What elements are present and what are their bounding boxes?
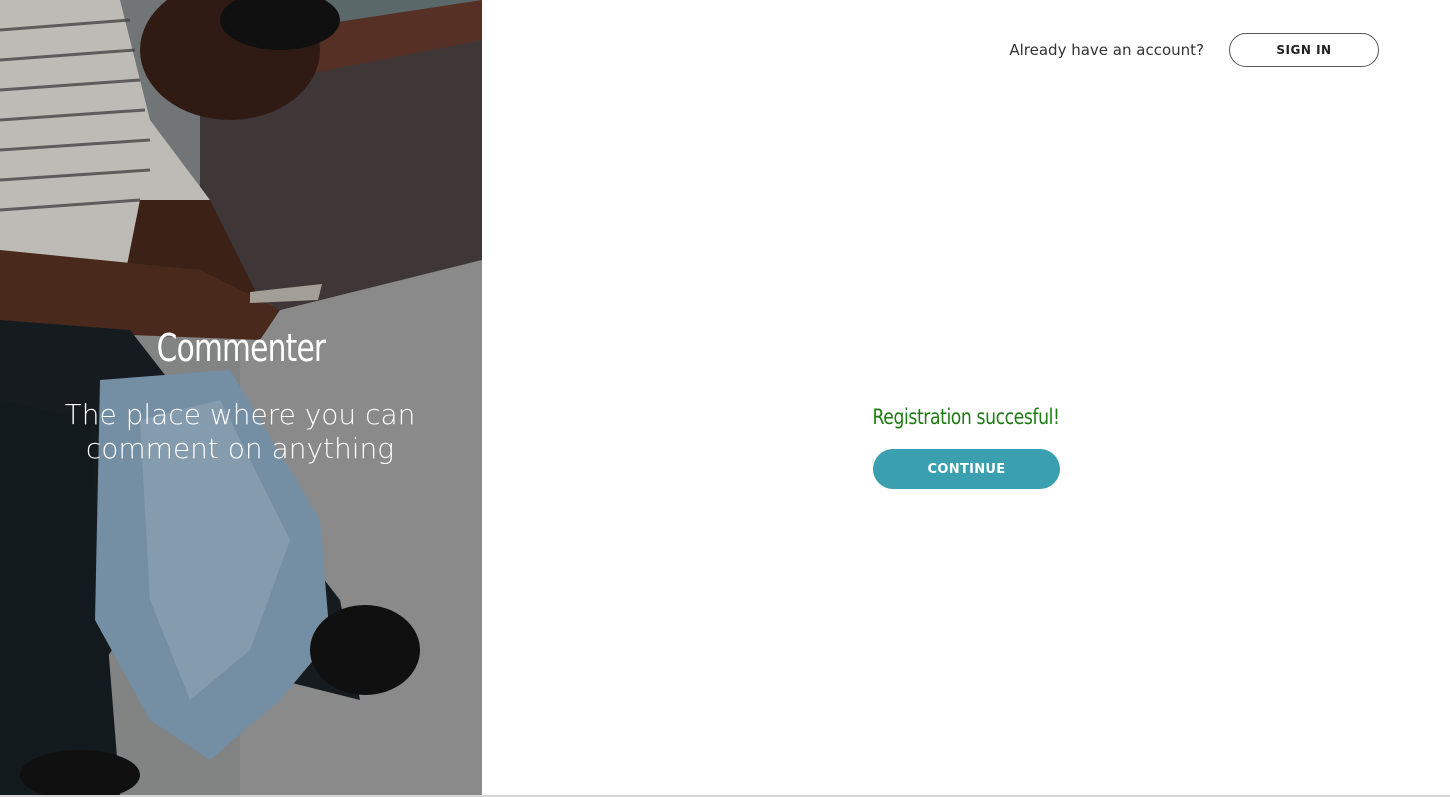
already-have-account-text: Already have an account? — [1009, 41, 1204, 59]
sign-in-button[interactable]: SIGN IN — [1229, 33, 1379, 67]
page: Commenter The place where you can commen… — [0, 0, 1450, 797]
registration-status-message: Registration succesful! — [872, 405, 1060, 429]
tagline: The place where you can comment on anyth… — [64, 398, 416, 465]
top-bar: Already have an account? SIGN IN — [1009, 33, 1379, 67]
hero-panel: Commenter The place where you can commen… — [0, 0, 482, 795]
continue-button[interactable]: CONTINUE — [873, 449, 1060, 489]
brand-title: Commenter — [156, 326, 326, 370]
